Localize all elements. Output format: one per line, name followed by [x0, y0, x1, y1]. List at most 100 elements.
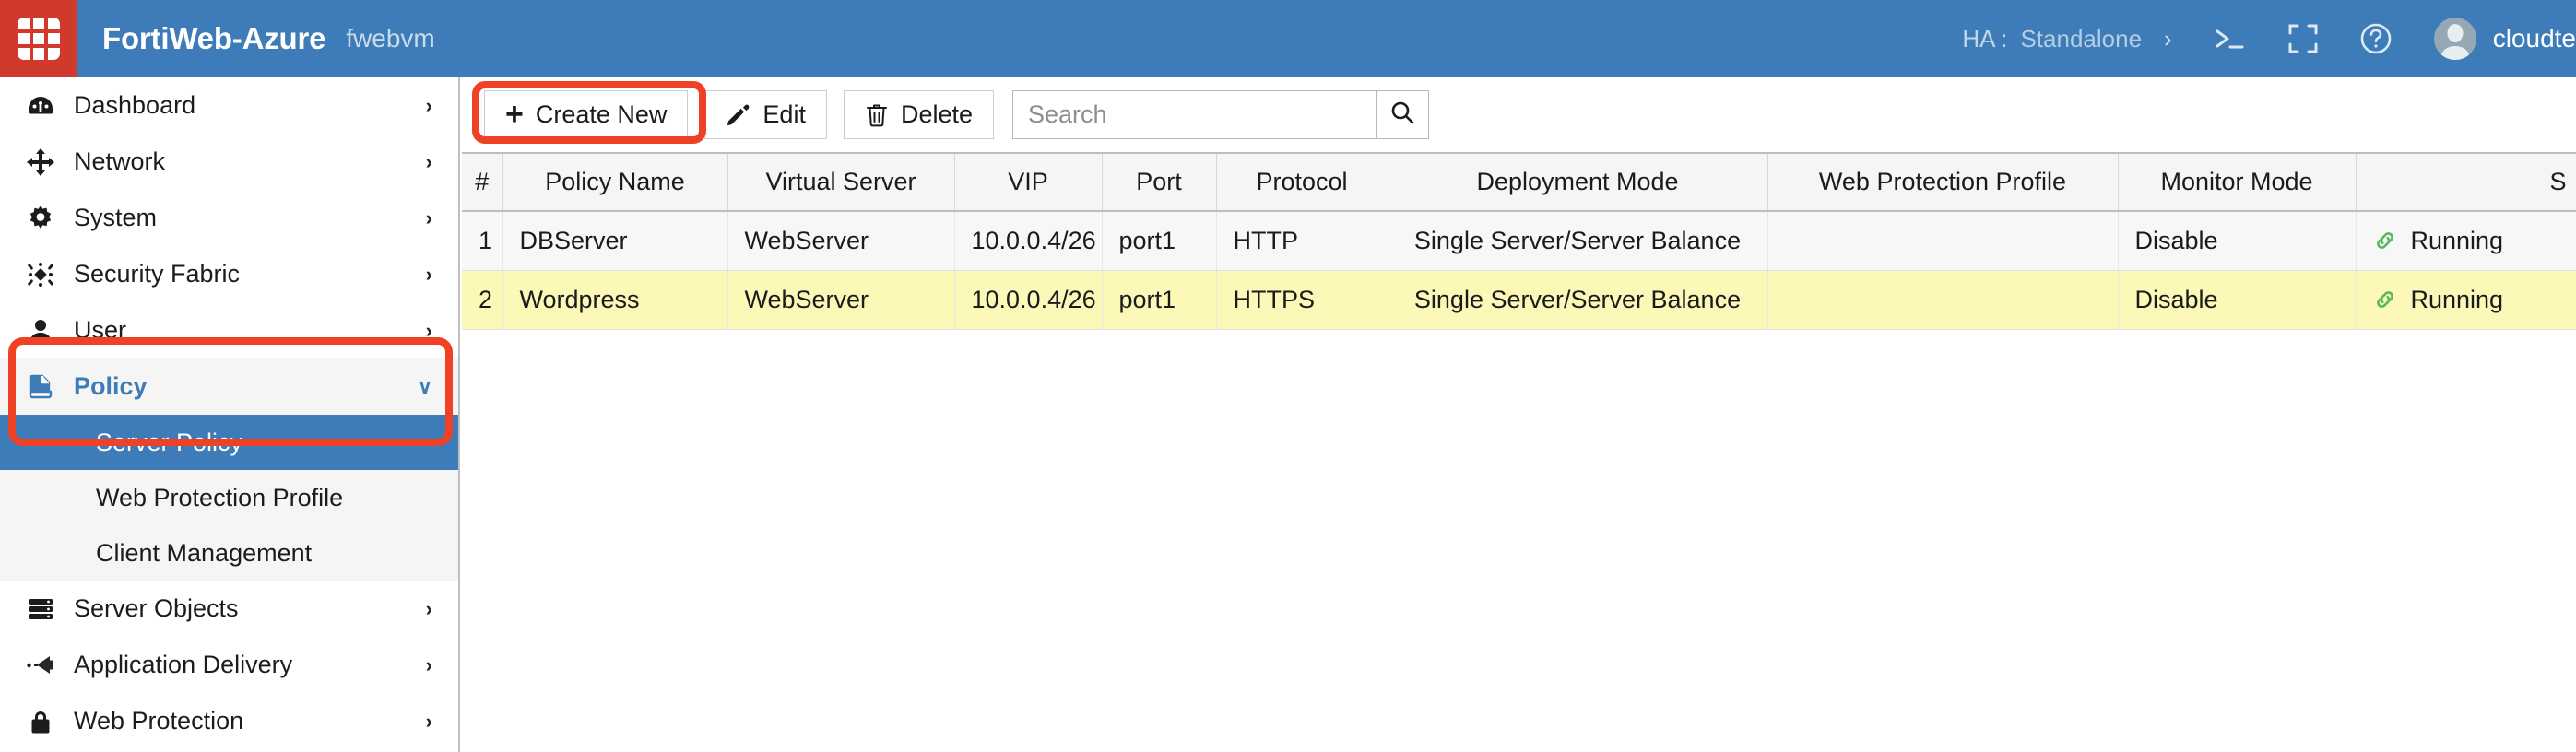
sidebar-item-client-management[interactable]: Client Management — [0, 525, 458, 581]
column-header-monitor-mode[interactable]: Monitor Mode — [2118, 152, 2357, 212]
sidebar-item-label: Network — [74, 147, 166, 175]
column-header-deployment-mode[interactable]: Deployment Mode — [1388, 152, 1768, 212]
search-button[interactable] — [1376, 90, 1429, 139]
search-icon — [1389, 100, 1415, 130]
sidebar-item-network[interactable]: Network › — [0, 134, 458, 190]
table-row[interactable]: 2 Wordpress WebServer 10.0.0.4/26 port1 … — [462, 270, 2576, 330]
pencil-icon — [726, 102, 750, 127]
create-new-button[interactable]: + Create New — [484, 90, 689, 139]
cell-vip: 10.0.0.4/26 — [954, 270, 1103, 330]
page-title: FortiWeb-Azure — [102, 21, 326, 55]
column-header-status[interactable]: S — [2356, 152, 2576, 212]
chevron-right-icon: › — [425, 206, 432, 229]
sidebar-item-label: Dashboard — [74, 91, 196, 119]
policy-icon — [20, 372, 61, 402]
sidebar-item-server-policy[interactable]: Server Policy — [0, 415, 458, 470]
cell-policy-name: Wordpress — [502, 270, 728, 330]
column-header-virtual-server[interactable]: Virtual Server — [727, 152, 955, 212]
sidebar-item-system[interactable]: System › — [0, 190, 458, 246]
trash-icon — [865, 102, 889, 128]
chain-link-icon — [2373, 288, 2397, 311]
cell-status: Running — [2356, 270, 2576, 330]
sidebar-item-label: Web Protection — [74, 707, 244, 734]
fortinet-logo-icon[interactable] — [0, 0, 77, 77]
sidebar-item-label: System — [74, 204, 158, 231]
sidebar-item-label: Security Fabric — [74, 260, 241, 288]
sidebar-nav: Dashboard › Network › System › Security … — [0, 77, 460, 752]
application-delivery-icon — [20, 651, 61, 680]
column-header-index[interactable]: # — [462, 152, 503, 212]
cell-port: port1 — [1102, 270, 1217, 330]
sidebar-item-label: Application Delivery — [74, 651, 293, 678]
sidebar-item-application-delivery[interactable]: Application Delivery › — [0, 637, 458, 693]
fullscreen-icon[interactable] — [2286, 22, 2320, 55]
cell-protocol: HTTP — [1216, 211, 1388, 271]
sidebar-item-web-protection-profile[interactable]: Web Protection Profile — [0, 470, 458, 525]
sidebar-item-security-fabric[interactable]: Security Fabric › — [0, 246, 458, 302]
plus-icon: + — [505, 96, 524, 132]
main-content: + Create New Edit Delete Search # Policy… — [462, 77, 2576, 752]
cell-policy-name: DBServer — [502, 211, 728, 271]
sidebar-item-label: User — [74, 316, 127, 344]
sidebar-item-web-protection[interactable]: Web Protection › — [0, 693, 458, 749]
cell-vip: 10.0.0.4/26 — [954, 211, 1103, 271]
cli-console-icon[interactable] — [2211, 24, 2248, 53]
chevron-right-icon: › — [425, 596, 432, 620]
chevron-right-icon: › — [425, 93, 432, 117]
network-icon — [20, 147, 61, 177]
hostname-label: fwebvm — [346, 24, 435, 53]
sidebar-item-label: Server Objects — [74, 594, 239, 622]
top-header-bar: FortiWeb-Azure fwebvm HA : Standalone › — [0, 0, 2576, 77]
ha-label: HA : — [1962, 24, 2008, 53]
cell-index: 1 — [462, 211, 503, 271]
table-header-row: # Policy Name Virtual Server VIP Port Pr… — [462, 152, 2576, 212]
cell-monitor-mode: Disable — [2118, 270, 2357, 330]
status-badge: Running — [2410, 226, 2504, 254]
search-group — [1012, 90, 1429, 139]
cell-web-protection-profile — [1767, 211, 2119, 271]
column-header-port[interactable]: Port — [1102, 152, 1217, 212]
policy-submenu: Server Policy Web Protection Profile Cli… — [0, 415, 458, 581]
help-icon[interactable] — [2358, 21, 2393, 56]
create-new-label: Create New — [535, 100, 668, 128]
server-objects-icon — [20, 594, 61, 624]
ha-status-value: Standalone — [2020, 24, 2143, 53]
delete-label: Delete — [900, 100, 973, 128]
edit-button[interactable]: Edit — [704, 90, 827, 139]
cell-virtual-server: WebServer — [727, 211, 955, 271]
avatar[interactable] — [2433, 18, 2476, 60]
sidebar-item-policy[interactable]: Policy ∨ — [0, 358, 458, 415]
column-header-web-protection-profile[interactable]: Web Protection Profile — [1767, 152, 2119, 212]
sidebar-item-user[interactable]: User › — [0, 302, 458, 358]
chevron-right-icon: › — [425, 709, 432, 733]
dashboard-icon — [20, 91, 61, 121]
chevron-right-icon: › — [425, 652, 432, 676]
search-input[interactable] — [1012, 90, 1376, 139]
user-icon — [20, 316, 61, 346]
server-policy-table: # Policy Name Virtual Server VIP Port Pr… — [462, 152, 2576, 330]
chevron-right-icon: › — [425, 149, 432, 173]
chevron-down-icon: ∨ — [417, 374, 432, 398]
cell-index: 2 — [462, 270, 503, 330]
cell-deployment-mode: Single Server/Server Balance — [1388, 211, 1768, 271]
column-header-protocol[interactable]: Protocol — [1216, 152, 1388, 212]
chevron-right-icon: › — [425, 318, 432, 342]
ha-chevron-right-icon[interactable]: › — [2164, 25, 2172, 53]
table-row[interactable]: 1 DBServer WebServer 10.0.0.4/26 port1 H… — [462, 211, 2576, 271]
column-header-vip[interactable]: VIP — [954, 152, 1103, 212]
sidebar-item-dashboard[interactable]: Dashboard › — [0, 77, 458, 134]
sidebar-item-label: Policy — [74, 372, 148, 400]
gear-icon — [20, 204, 61, 233]
column-header-policy-name[interactable]: Policy Name — [502, 152, 728, 212]
header-right-group: HA : Standalone › cloudte — [1962, 0, 2576, 77]
cell-protocol: HTTPS — [1216, 270, 1388, 330]
cell-monitor-mode: Disable — [2118, 211, 2357, 271]
cell-port: port1 — [1102, 211, 1217, 271]
cell-status: Running — [2356, 211, 2576, 271]
cell-virtual-server: WebServer — [727, 270, 955, 330]
lock-icon — [20, 707, 61, 736]
chain-link-icon — [2373, 229, 2397, 253]
sidebar-item-server-objects[interactable]: Server Objects › — [0, 581, 458, 637]
edit-label: Edit — [762, 100, 806, 128]
delete-button[interactable]: Delete — [843, 90, 994, 139]
